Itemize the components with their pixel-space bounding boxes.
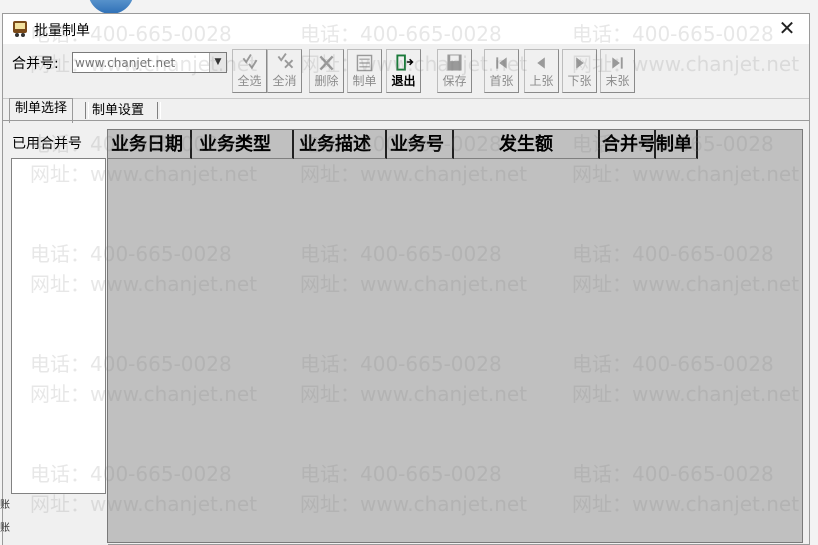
first-page-button[interactable]: 首张	[484, 49, 519, 93]
save-button[interactable]: 保存	[437, 49, 472, 93]
toolbar: 合并号: ▼ 全选 全消 删除	[3, 44, 809, 98]
status-area	[3, 499, 108, 545]
prev-page-label: 上张	[529, 74, 554, 88]
column-header-amount[interactable]: 发生额	[454, 130, 600, 159]
tab-voucher-settings[interactable]: 制单设置	[87, 101, 149, 121]
column-header-voucher[interactable]: 制单	[656, 130, 698, 159]
voucher-icon	[356, 54, 373, 72]
save-icon	[447, 54, 462, 71]
last-page-icon	[612, 57, 623, 69]
voucher-grid[interactable]: 业务日期 业务类型 业务描述 业务号 发生额 合并号 制单	[107, 129, 803, 543]
app-icon	[13, 21, 27, 37]
next-page-label: 下张	[567, 74, 592, 88]
select-all-icon	[242, 54, 258, 70]
used-merge-number-label: 已用合并号	[12, 136, 82, 152]
tab-divider	[3, 120, 809, 121]
exit-label: 退出	[391, 74, 416, 88]
make-voucher-button[interactable]: 制单	[347, 49, 382, 93]
merge-number-combo[interactable]: ▼	[72, 52, 227, 73]
column-header-merge-no[interactable]: 合并号	[600, 130, 656, 159]
column-header-business-date[interactable]: 业务日期	[108, 130, 192, 159]
delete-button[interactable]: 删除	[309, 49, 344, 93]
edge-glyph: 账	[0, 500, 10, 511]
used-merge-number-list[interactable]	[11, 158, 106, 494]
close-button[interactable]: ✕	[765, 14, 809, 44]
batch-voucher-window: 批量制单 ✕ 合并号: ▼ 全选 全消 删除	[2, 13, 810, 545]
delete-icon	[319, 55, 334, 71]
next-page-button[interactable]: 下张	[562, 49, 597, 93]
column-header-business-no[interactable]: 业务号	[387, 130, 454, 159]
chevron-down-icon[interactable]: ▼	[209, 53, 226, 72]
next-page-icon	[576, 57, 584, 69]
last-page-button[interactable]: 末张	[600, 49, 635, 93]
title-bar: 批量制单 ✕	[3, 14, 809, 44]
select-all-label: 全选	[237, 74, 262, 88]
merge-number-label: 合并号:	[12, 56, 59, 72]
window-title: 批量制单	[34, 23, 90, 39]
exit-door-icon	[396, 54, 414, 71]
first-page-label: 首张	[489, 74, 514, 88]
deselect-all-button[interactable]: 全消	[267, 49, 302, 93]
delete-label: 删除	[314, 74, 339, 88]
first-page-icon	[496, 57, 507, 69]
column-header-business-desc[interactable]: 业务描述	[294, 130, 387, 159]
merge-number-input[interactable]	[73, 53, 207, 72]
prev-page-icon	[537, 57, 545, 69]
select-all-button[interactable]: 全选	[232, 49, 267, 93]
prev-page-button[interactable]: 上张	[524, 49, 559, 93]
last-page-label: 末张	[605, 74, 630, 88]
save-label: 保存	[442, 74, 467, 88]
column-header-business-type[interactable]: 业务类型	[192, 130, 294, 159]
exit-button[interactable]: 退出	[386, 49, 421, 93]
deselect-all-label: 全消	[272, 74, 297, 88]
tab-bar: 制单选择 制单设置	[3, 98, 809, 123]
tab-separator	[157, 102, 161, 119]
edge-glyph: 账	[0, 523, 10, 534]
deselect-all-icon	[277, 53, 294, 69]
make-voucher-label: 制单	[352, 74, 377, 88]
